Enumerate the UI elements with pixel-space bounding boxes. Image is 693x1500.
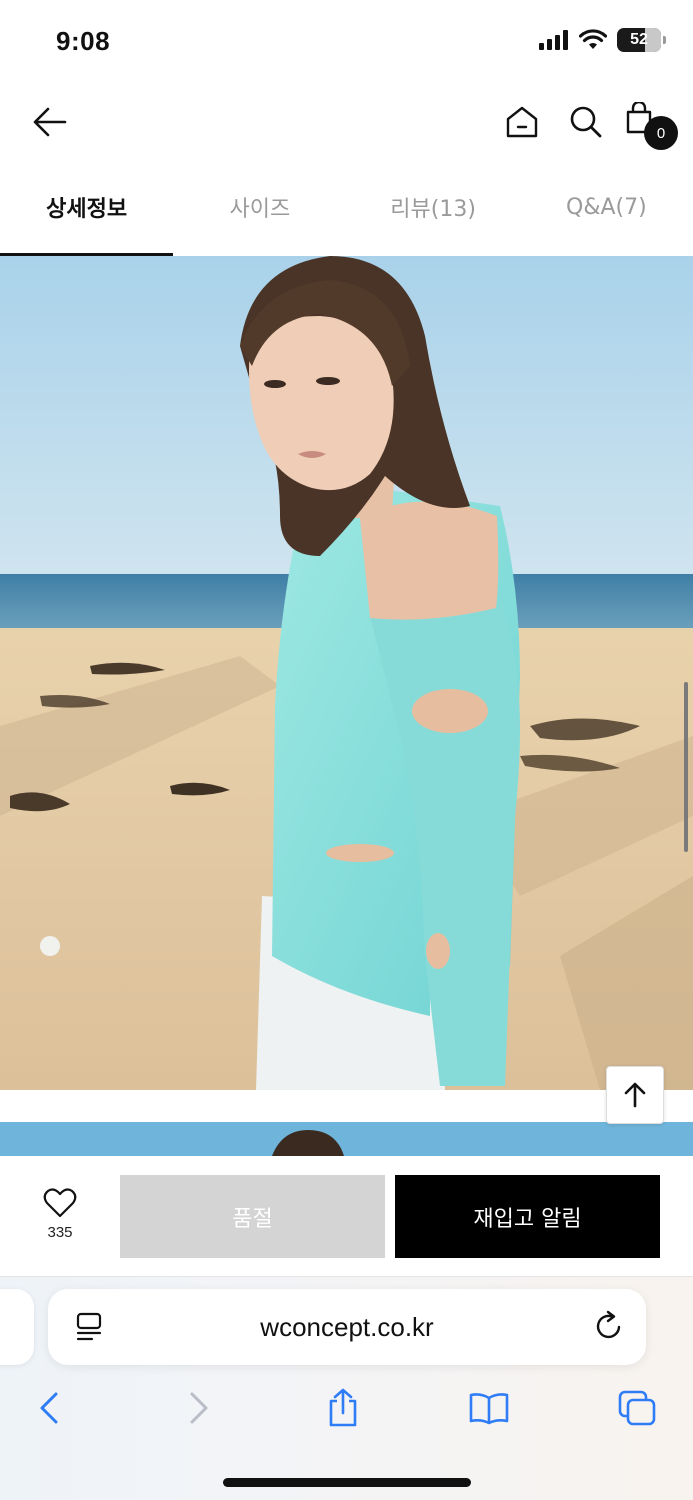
arrow-up-icon: [624, 1082, 646, 1108]
back-icon: [40, 1392, 58, 1424]
search-button[interactable]: [562, 98, 610, 146]
scroll-to-top-button[interactable]: [606, 1066, 664, 1124]
url-text: wconcept.co.kr: [260, 1311, 434, 1342]
tab-details[interactable]: 상세정보: [0, 166, 174, 256]
next-photo-peek: [272, 1130, 344, 1156]
browser-bottom-bar: wconcept.co.kr: [0, 1276, 693, 1500]
tab-reviews[interactable]: 리뷰(13): [347, 166, 520, 256]
battery-level: 52: [630, 31, 648, 48]
battery-indicator: 52: [617, 28, 666, 52]
tabs-button[interactable]: [612, 1383, 662, 1433]
page-scrollbar[interactable]: [684, 682, 688, 852]
home-icon: [506, 106, 538, 138]
status-bar: 9:08 52: [0, 0, 693, 80]
status-icons: 52: [539, 28, 666, 52]
search-icon: [570, 106, 602, 138]
back-button[interactable]: [26, 100, 74, 144]
purchase-bar: 335 품절 재입고 알림: [0, 1156, 693, 1276]
like-button[interactable]: 335: [22, 1188, 98, 1252]
restock-alert-button[interactable]: 재입고 알림: [395, 1175, 660, 1258]
share-icon: [329, 1388, 357, 1427]
cart-button[interactable]: 0: [622, 98, 678, 154]
browser-toolbar: [0, 1383, 693, 1443]
home-button[interactable]: [498, 98, 546, 146]
address-bar[interactable]: wconcept.co.kr: [48, 1289, 646, 1365]
like-count: 335: [47, 1224, 73, 1241]
signal-icon: [539, 30, 568, 50]
tab-size[interactable]: 사이즈: [173, 166, 346, 256]
previous-tab-peek[interactable]: [0, 1289, 34, 1365]
detail-tabs: 상세정보 사이즈 리뷰(13) Q&A(7): [0, 166, 693, 256]
product-photo-illustration: [0, 256, 693, 1090]
browser-back-button[interactable]: [24, 1383, 74, 1433]
forward-icon: [190, 1392, 208, 1424]
tabs-icon: [618, 1390, 656, 1426]
status-time: 9:08: [56, 26, 111, 56]
product-photo: [0, 256, 693, 1090]
wifi-icon: [579, 29, 607, 49]
share-button[interactable]: [318, 1383, 368, 1433]
home-indicator: [223, 1478, 471, 1487]
next-product-photo: [0, 1122, 693, 1156]
heart-outline-icon: [43, 1188, 77, 1218]
browser-forward-button[interactable]: [174, 1383, 224, 1433]
arrow-left-icon: [33, 107, 67, 137]
soldout-button: 품절: [120, 1175, 385, 1258]
bookmarks-icon: [469, 1393, 509, 1425]
tab-qna[interactable]: Q&A(7): [520, 166, 693, 256]
bookmarks-button[interactable]: [464, 1383, 514, 1433]
cart-count-badge: 0: [644, 116, 678, 150]
app-header: 0: [0, 80, 693, 166]
image-gap: [0, 1090, 693, 1122]
reload-icon[interactable]: [592, 1309, 626, 1343]
